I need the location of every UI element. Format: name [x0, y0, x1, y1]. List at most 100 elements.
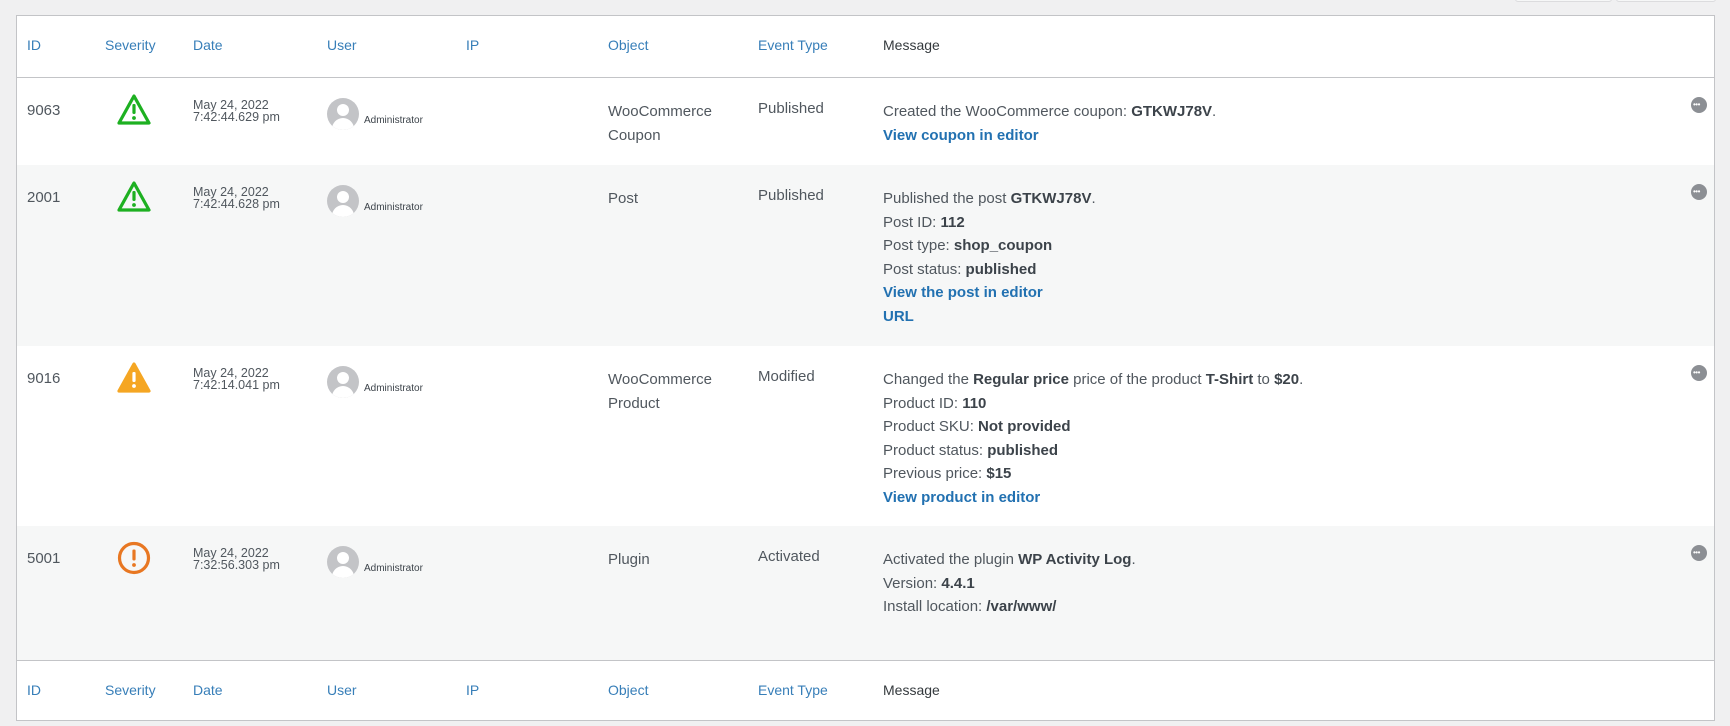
footer-column-object[interactable]: Object — [608, 682, 648, 698]
event-object: WooCommerce Coupon — [608, 100, 738, 147]
message-value: GTKWJ78V — [1131, 103, 1213, 120]
message-text: Install location: — [883, 598, 987, 615]
exclamation-circle-icon — [116, 541, 152, 575]
table-row: 2001 May 24, 2022 7:42:44.628 pm Adminis… — [17, 165, 1714, 346]
object-line: WooCommerce — [608, 371, 712, 388]
top-action-button-1[interactable] — [1515, 0, 1612, 2]
message-line: Previous price: $15 — [883, 462, 1303, 486]
top-action-button-2[interactable] — [1616, 0, 1716, 2]
message-text: . — [1091, 190, 1096, 207]
event-object: Plugin — [608, 548, 738, 572]
user-role: Administrator — [364, 115, 423, 126]
message-value: 4.4.1 — [941, 574, 975, 592]
message-text: price of the product — [1068, 371, 1206, 388]
column-header-ip[interactable]: IP — [466, 37, 479, 53]
message-link[interactable]: View product in editor — [883, 486, 1303, 510]
message-text: Previous price: — [883, 465, 987, 482]
message-text: to — [1253, 371, 1275, 388]
message-text: Post type: — [883, 237, 954, 254]
event-id: 2001 — [27, 189, 61, 206]
event-date: May 24, 2022 7:42:14.041 pm — [193, 367, 280, 392]
event-message: Created the WooCommerce coupon: GTKWJ78V… — [883, 100, 1216, 147]
footer-column-user[interactable]: User — [327, 682, 357, 698]
message-line: Product status: published — [883, 439, 1303, 463]
message-text: . — [1299, 371, 1304, 388]
message-text: Version: — [883, 574, 942, 592]
table-footer: ID Severity Date User IP Object Event Ty… — [17, 660, 1714, 720]
message-value: /var/www/ — [986, 598, 1057, 615]
column-header-severity[interactable]: Severity — [105, 37, 156, 53]
event-type: Modified — [758, 368, 815, 385]
event-user: Administrator — [327, 546, 423, 578]
message-text: Post status: — [883, 260, 966, 278]
message-text: . — [1212, 103, 1217, 120]
message-value: 112 — [940, 213, 965, 231]
event-message: Published the post GTKWJ78V. Post ID: 112… — [883, 187, 1096, 328]
message-value: shop_coupon — [953, 237, 1053, 254]
message-link[interactable]: URL — [883, 305, 1096, 329]
event-type: Activated — [758, 548, 820, 565]
user-avatar-icon — [327, 185, 359, 217]
table-row: 9063 May 24, 2022 7:42:44.629 pm Adminis… — [17, 78, 1714, 165]
message-line: Post type: shop_coupon — [883, 234, 1096, 258]
table-header: ID Severity Date User IP Object Event Ty… — [17, 16, 1714, 78]
message-text: Product SKU: — [883, 418, 979, 435]
footer-column-event-type[interactable]: Event Type — [758, 682, 828, 698]
message-text: Product ID: — [883, 394, 963, 412]
time-text: 7:32:56.303 pm — [193, 558, 280, 572]
column-header-message: Message — [883, 37, 940, 53]
event-user: Administrator — [327, 366, 423, 398]
message-value: $20 — [1274, 371, 1300, 388]
footer-column-date[interactable]: Date — [193, 682, 223, 698]
column-header-event-type[interactable]: Event Type — [758, 37, 828, 53]
message-link[interactable]: View the post in editor — [883, 281, 1096, 305]
user-avatar-icon — [327, 366, 359, 398]
message-line: Activated the plugin WP Activity Log. — [883, 548, 1136, 572]
column-header-object[interactable]: Object — [608, 37, 648, 53]
table-row: 9016 May 24, 2022 7:42:14.041 pm Adminis… — [17, 346, 1714, 526]
time-text: 7:42:44.628 pm — [193, 197, 280, 211]
event-type: Published — [758, 100, 824, 117]
message-text: Created the WooCommerce coupon: — [883, 103, 1132, 120]
event-message: Activated the plugin WP Activity Log. Ver… — [883, 548, 1136, 619]
message-line: Product ID: 110 — [883, 392, 1303, 416]
message-value: $15 — [986, 465, 1012, 482]
footer-column-ip[interactable]: IP — [466, 682, 479, 698]
more-details-icon[interactable] — [1691, 184, 1707, 200]
footer-column-id[interactable]: ID — [27, 682, 41, 698]
message-value: published — [987, 441, 1059, 459]
column-header-user[interactable]: User — [327, 37, 357, 53]
event-date: May 24, 2022 7:42:44.628 pm — [193, 186, 280, 211]
message-text: Post ID: — [883, 213, 941, 231]
message-line: Post ID: 112 — [883, 211, 1096, 235]
message-text: Product status: — [883, 441, 988, 459]
message-link[interactable]: View coupon in editor — [883, 124, 1216, 148]
warning-triangle-outline-icon — [116, 93, 152, 127]
event-object: WooCommerce Product — [608, 368, 738, 415]
object-line: WooCommerce — [608, 103, 712, 120]
event-user: Administrator — [327, 185, 423, 217]
user-avatar-icon — [327, 98, 359, 130]
footer-column-severity[interactable]: Severity — [105, 682, 156, 698]
user-role: Administrator — [364, 202, 423, 213]
message-text: Activated the plugin — [883, 551, 1019, 568]
more-details-icon[interactable] — [1691, 97, 1707, 113]
time-text: 7:42:14.041 pm — [193, 378, 280, 392]
user-role: Administrator — [364, 563, 423, 574]
message-text: Published the post — [883, 190, 1011, 207]
table-row: 5001 May 24, 2022 7:32:56.303 pm Adminis… — [17, 526, 1714, 660]
event-message: Changed the Regular price price of the p… — [883, 368, 1303, 509]
message-value: Regular price — [973, 371, 1069, 388]
event-id: 5001 — [27, 550, 61, 567]
message-line: Version: 4.4.1 — [883, 572, 1136, 596]
message-text: Changed the — [883, 371, 974, 388]
more-details-icon[interactable] — [1691, 545, 1707, 561]
object-line: Plugin — [608, 551, 650, 568]
message-line: Created the WooCommerce coupon: GTKWJ78V… — [883, 100, 1216, 124]
more-details-icon[interactable] — [1691, 365, 1707, 381]
column-header-date[interactable]: Date — [193, 37, 223, 53]
event-id: 9016 — [27, 370, 61, 387]
message-line: Changed the Regular price price of the p… — [883, 368, 1303, 392]
column-header-id[interactable]: ID — [27, 37, 41, 53]
message-text: . — [1131, 551, 1136, 568]
